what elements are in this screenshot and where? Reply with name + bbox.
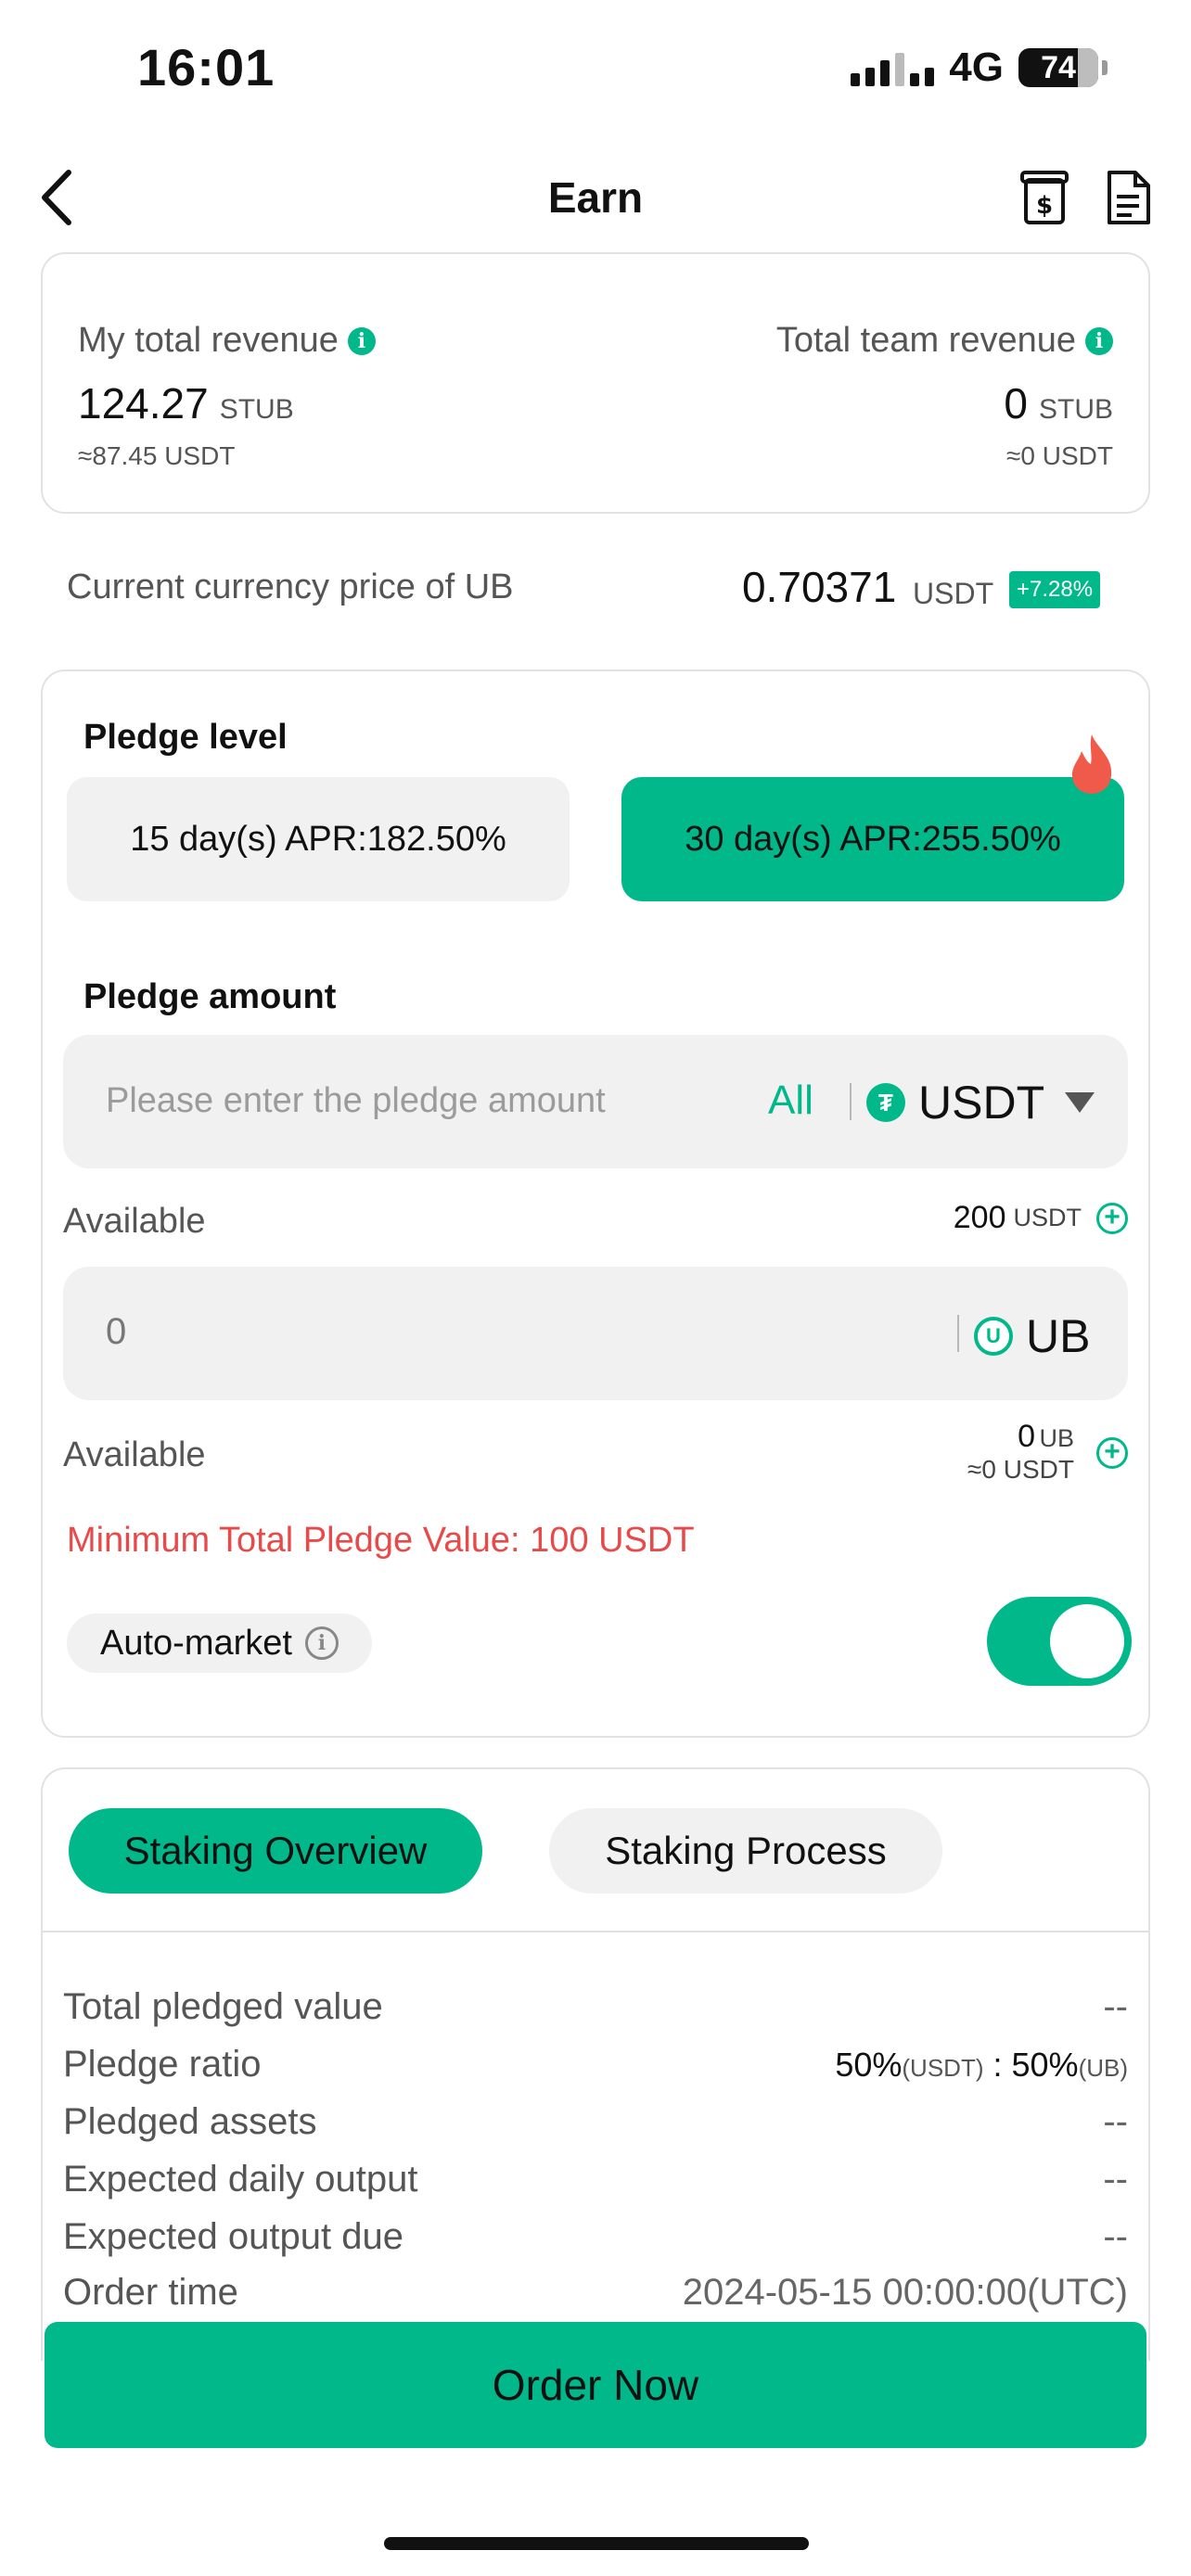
total-pledged-value-label: Total pledged value [63, 1986, 383, 2027]
team-total-revenue-value: 0 STUB [1004, 378, 1113, 428]
total-pledged-value: -- [1103, 1986, 1128, 2027]
status-time: 16:01 [137, 38, 275, 96]
currency-select[interactable]: ₮ USDT [866, 1076, 1095, 1129]
pledge-amount-input[interactable]: Please enter the pledge amount All ₮ USD… [63, 1035, 1128, 1168]
svg-text:$: $ [1036, 192, 1053, 220]
team-total-approx: ≈0 USDT [1006, 441, 1113, 470]
my-total-revenue-label: My total revenue i [78, 321, 376, 361]
status-indicators: 4G 74 [851, 45, 1108, 91]
price-unit: USDT [913, 577, 994, 610]
price-label: Current currency price of UB [67, 567, 514, 606]
auto-market-pill: Auto-market i [67, 1613, 372, 1673]
info-icon[interactable]: i [347, 326, 376, 355]
team-total-amount: 0 [1004, 379, 1028, 427]
ratio-right-unit: (UB) [1078, 2054, 1128, 2082]
pledged-assets-value: -- [1103, 2101, 1128, 2142]
all-button[interactable]: All [768, 1078, 813, 1124]
tab-staking-process[interactable]: Staking Process [549, 1808, 942, 1894]
pledge-level-15-day[interactable]: 15 day(s) APR:182.50% [67, 777, 570, 901]
order-now-button[interactable]: Order Now [45, 2322, 1146, 2448]
available-label-ub: Available [63, 1435, 206, 1474]
ratio-left-unit: (USDT) [902, 2054, 984, 2082]
order-time-label: Order time [63, 2272, 238, 2313]
tab-divider [43, 1931, 1148, 1932]
auto-market-toggle[interactable] [987, 1597, 1132, 1686]
usdt-available: 200 USDT + [954, 1200, 1128, 1236]
ub-available-unit: UB [1039, 1424, 1074, 1452]
pledge-amount-placeholder: Please enter the pledge amount [106, 1081, 606, 1120]
ratio-right-pct: 50% [1011, 2046, 1079, 2084]
ub-currency-label: UB [1026, 1310, 1091, 1362]
ub-amount-input[interactable]: 0 U UB [63, 1267, 1128, 1400]
expected-output-due-value: -- [1103, 2216, 1128, 2257]
ratio-sep: : [983, 2046, 1012, 2084]
battery-icon: 74 [1018, 48, 1108, 87]
divider [850, 1083, 852, 1120]
my-total-revenue-value: 124.27 STUB [78, 378, 294, 428]
add-ub-icon[interactable]: + [1096, 1437, 1128, 1469]
my-total-amount: 124.27 [78, 379, 209, 427]
info-icon[interactable]: i [1085, 326, 1113, 355]
home-indicator [384, 2537, 809, 2550]
network-type: 4G [949, 45, 1004, 90]
expected-daily-output-label: Expected daily output [63, 2159, 418, 2200]
ub-amount-value: 0 [106, 1311, 127, 1352]
auto-market-label: Auto-market [100, 1623, 292, 1663]
my-total-revenue-text: My total revenue [78, 321, 339, 360]
fire-icon [1065, 733, 1119, 800]
tether-icon: ₮ [866, 1083, 905, 1122]
order-time-value: 2024-05-15 00:00:00(UTC) [682, 2272, 1128, 2313]
document-icon [1108, 171, 1150, 224]
ub-coin-icon: U [974, 1317, 1013, 1356]
caret-down-icon [1065, 1092, 1095, 1113]
pledge-ratio-value: 50%(USDT) : 50%(UB) [835, 2046, 1128, 2085]
battery-level: 74 [1041, 49, 1076, 85]
price-value: 0.70371 [742, 563, 897, 611]
my-total-approx: ≈87.45 USDT [78, 441, 236, 470]
minimum-pledge-warning: Minimum Total Pledge Value: 100 USDT [67, 1521, 695, 1560]
currency-label: USDT [918, 1077, 1045, 1129]
divider [957, 1315, 959, 1352]
toggle-knob [1050, 1604, 1124, 1678]
info-outline-icon[interactable]: i [304, 1626, 339, 1660]
available-label: Available [63, 1202, 206, 1241]
records-button[interactable] [1102, 169, 1154, 226]
usdt-available-amount: 200 [953, 1200, 1006, 1235]
pledge-level-title: Pledge level [83, 718, 288, 757]
signal-icon [851, 49, 935, 86]
add-usdt-icon[interactable]: + [1096, 1202, 1128, 1234]
dollar-note-button[interactable]: $ [1018, 169, 1070, 226]
price-change-badge: +7.28% [1009, 571, 1101, 608]
ub-currency: U UB [974, 1309, 1090, 1363]
dollar-note-icon: $ [1020, 171, 1069, 224]
my-total-unit: STUB [219, 394, 294, 425]
pledged-assets-label: Pledged assets [63, 2101, 317, 2142]
ratio-left-pct: 50% [835, 2046, 903, 2084]
ub-available-amount: 0 [1018, 1419, 1036, 1454]
expected-daily-output-value: -- [1103, 2159, 1128, 2200]
pledge-level-30-day[interactable]: 30 day(s) APR:255.50% [621, 777, 1124, 901]
tab-staking-overview[interactable]: Staking Overview [69, 1808, 482, 1894]
team-total-revenue-label: Total team revenue i [776, 321, 1113, 361]
pledge-ratio-label: Pledge ratio [63, 2044, 262, 2085]
expected-output-due-label: Expected output due [63, 2216, 403, 2257]
ub-available: 0 UB ≈0 USDT [967, 1419, 1074, 1485]
ub-available-approx: ≈0 USDT [967, 1455, 1074, 1484]
usdt-available-unit: USDT [1013, 1204, 1082, 1231]
pledge-amount-title: Pledge amount [83, 977, 337, 1016]
page-title: Earn [547, 173, 644, 222]
team-total-unit: STUB [1038, 394, 1113, 425]
team-total-revenue-text: Total team revenue [775, 321, 1076, 360]
